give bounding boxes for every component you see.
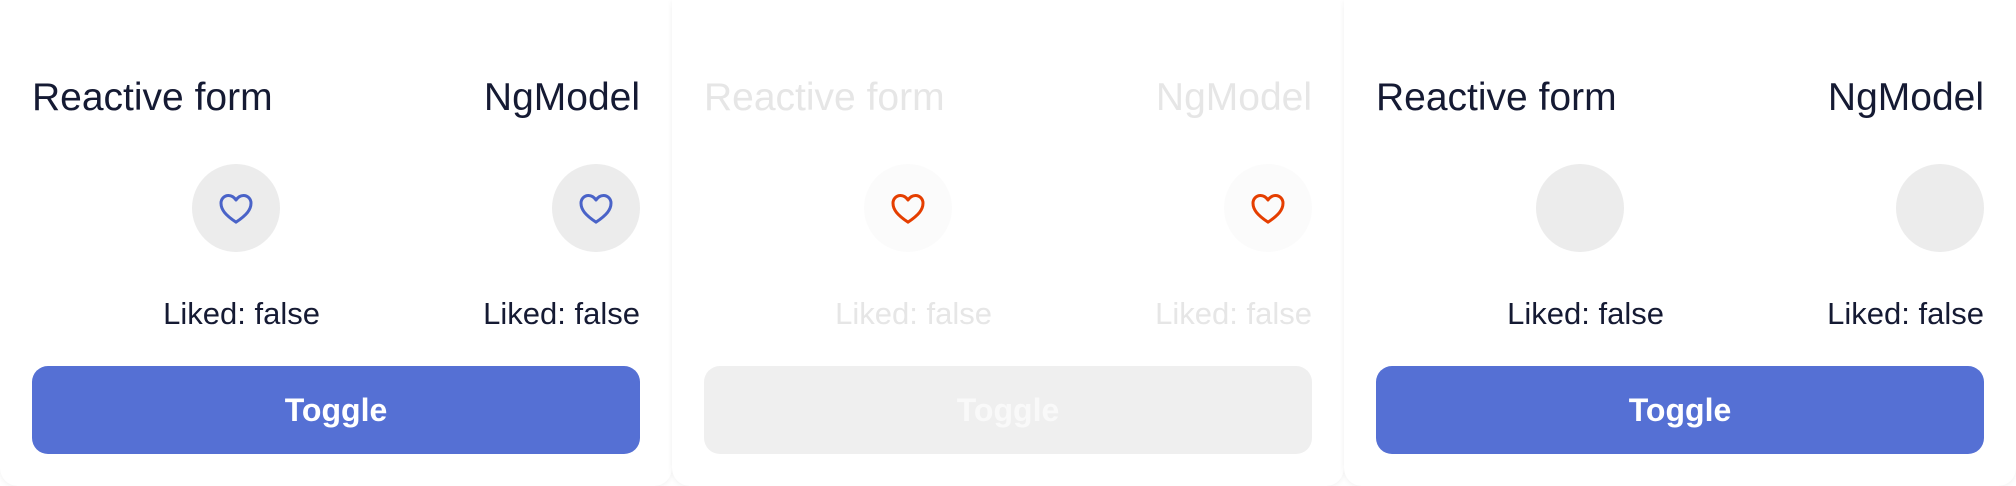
reactive-form-liked-status: Liked: false [163, 296, 320, 331]
examples-row: Reactive form NgModel Liked: false Liked… [0, 0, 2016, 486]
ngmodel-like-button [1224, 164, 1312, 252]
example-panel-2-disabled: Reactive form NgModel Liked: false Liked… [672, 0, 1344, 486]
ngmodel-liked-status: Liked: false [1155, 296, 1312, 331]
heart-outline-icon [891, 194, 925, 224]
example-panel-1: Reactive form NgModel Liked: false Liked… [0, 0, 672, 486]
reactive-form-like-button[interactable] [1536, 164, 1624, 252]
ngmodel-heading: NgModel [483, 76, 640, 119]
ngmodel-like-button[interactable] [552, 164, 640, 252]
reactive-form-liked-status: Liked: false [835, 296, 992, 331]
ngmodel-heading: NgModel [1155, 76, 1312, 119]
reactive-form-like-button [864, 164, 952, 252]
toggle-button[interactable]: Toggle [32, 366, 640, 454]
ngmodel-like-button[interactable] [1896, 164, 1984, 252]
ngmodel-heading: NgModel [1827, 76, 1984, 119]
toggle-button-disabled: Toggle [704, 366, 1312, 454]
example-panel-3: Reactive form NgModel Liked: false Liked… [1344, 0, 2016, 486]
reactive-form-heading: Reactive form [704, 76, 945, 119]
toggle-button[interactable]: Toggle [1376, 366, 1984, 454]
reactive-form-liked-status: Liked: false [1507, 296, 1664, 331]
reactive-form-like-button[interactable] [192, 164, 280, 252]
heart-outline-icon [219, 194, 253, 224]
ngmodel-liked-status: Liked: false [1827, 296, 1984, 331]
heart-outline-icon [579, 194, 613, 224]
reactive-form-heading: Reactive form [32, 76, 273, 119]
heart-outline-icon [1251, 194, 1285, 224]
ngmodel-liked-status: Liked: false [483, 296, 640, 331]
reactive-form-heading: Reactive form [1376, 76, 1617, 119]
